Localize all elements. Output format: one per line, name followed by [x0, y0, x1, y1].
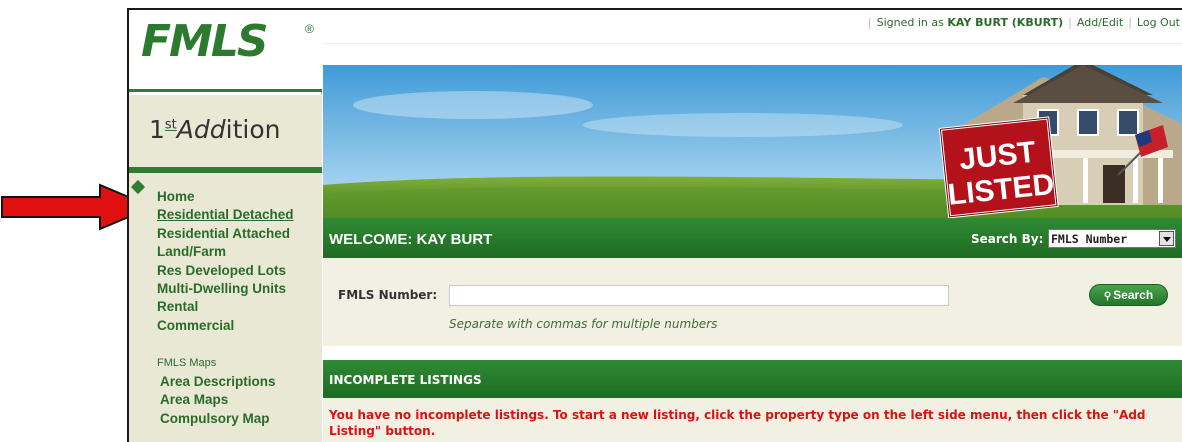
add-edit-link[interactable]: Add/Edit	[1077, 16, 1123, 29]
incomplete-listings-message: You have no incomplete listings. To star…	[329, 408, 1146, 438]
sidebar-item-residential-detached[interactable]: Residential Detached	[157, 206, 294, 224]
search-button[interactable]: ⚲ Search	[1089, 284, 1168, 306]
search-by-label: Search By:	[971, 232, 1044, 246]
sidebar-item-res-developed-lots[interactable]: Res Developed Lots	[157, 262, 294, 280]
separator: |	[1128, 16, 1132, 29]
sidebar-item-commercial[interactable]: Commercial	[157, 317, 294, 335]
banner-illustration: JUST LISTED	[323, 65, 1182, 218]
account-links: | Signed in as KAY BURT (KBURT) | Add/Edit |…	[863, 16, 1180, 29]
separator: |	[1068, 16, 1072, 29]
sidebar-item-residential-attached[interactable]: Residential Attached	[157, 225, 294, 243]
sidebar-item-area-descriptions[interactable]: Area Descriptions	[160, 373, 276, 391]
signed-in-user: KAY BURT (KBURT)	[947, 16, 1064, 29]
search-panel: FMLS Number: Separate with commas for mu…	[323, 258, 1182, 346]
product-superscript: st	[164, 117, 177, 133]
section-gap	[323, 346, 1182, 360]
fmls-logo[interactable]: FMLS	[141, 16, 269, 67]
top-bar: | Signed in as KAY BURT (KBURT) | Add/Edit |…	[323, 10, 1182, 44]
app-window: FMLS ® 1stAddition Home Residential Deta…	[127, 8, 1182, 442]
sidebar-nav: Home Residential Detached Residential At…	[129, 173, 322, 442]
welcome-title: WELCOME: KAY BURT	[329, 231, 493, 248]
maps-section-title: FMLS Maps	[157, 357, 217, 369]
diamond-icon	[130, 179, 146, 195]
sidebar-item-home[interactable]: Home	[157, 188, 294, 206]
sidebar-item-multi-dwelling-units[interactable]: Multi-Dwelling Units	[157, 280, 294, 298]
sidebar-item-land-farm[interactable]: Land/Farm	[157, 243, 294, 261]
sidebar-item-rental[interactable]: Rental	[157, 298, 294, 316]
product-name-area: 1stAddition	[129, 95, 322, 167]
hero-banner: JUST LISTED	[323, 65, 1182, 218]
welcome-bar: WELCOME: KAY BURT Search By: FMLS Number	[323, 218, 1182, 258]
chevron-down-icon[interactable]	[1159, 231, 1174, 246]
just-listed-sign: JUST LISTED	[938, 116, 1059, 218]
sidebar-item-area-maps[interactable]: Area Maps	[160, 391, 276, 409]
fmls-number-label: FMLS Number:	[338, 288, 438, 302]
product-suffix: ition	[225, 115, 281, 144]
search-button-label: Search	[1113, 288, 1154, 302]
sidebar-item-compulsory-map[interactable]: Compulsory Map	[160, 410, 276, 428]
separator: |	[867, 16, 872, 29]
sidebar: FMLS ® 1stAddition Home Residential Deta…	[129, 10, 322, 442]
product-italic: Add	[176, 115, 226, 144]
logo-area[interactable]: FMLS ®	[129, 10, 322, 92]
log-out-link[interactable]: Log Out	[1137, 16, 1180, 29]
product-name: 1stAddition	[149, 115, 280, 144]
signed-in-label: Signed in as	[876, 16, 948, 29]
fmls-number-hint: Separate with commas for multiple number…	[449, 317, 718, 331]
search-by-value: FMLS Number	[1051, 232, 1128, 246]
property-type-menu: Home Residential Detached Residential At…	[157, 188, 294, 335]
incomplete-listings-title: INCOMPLETE LISTINGS	[329, 373, 482, 387]
magnifier-icon: ⚲	[1103, 291, 1112, 302]
maps-menu: Area Descriptions Area Maps Compulsory M…	[160, 373, 276, 428]
product-prefix: 1	[149, 115, 165, 144]
incomplete-listings-body: You have no incomplete listings. To star…	[323, 398, 1182, 442]
incomplete-listings-header: INCOMPLETE LISTINGS	[323, 360, 1182, 398]
search-by-select[interactable]: FMLS Number	[1048, 229, 1176, 248]
fmls-number-input[interactable]	[449, 285, 949, 306]
registered-mark: ®	[305, 22, 314, 36]
